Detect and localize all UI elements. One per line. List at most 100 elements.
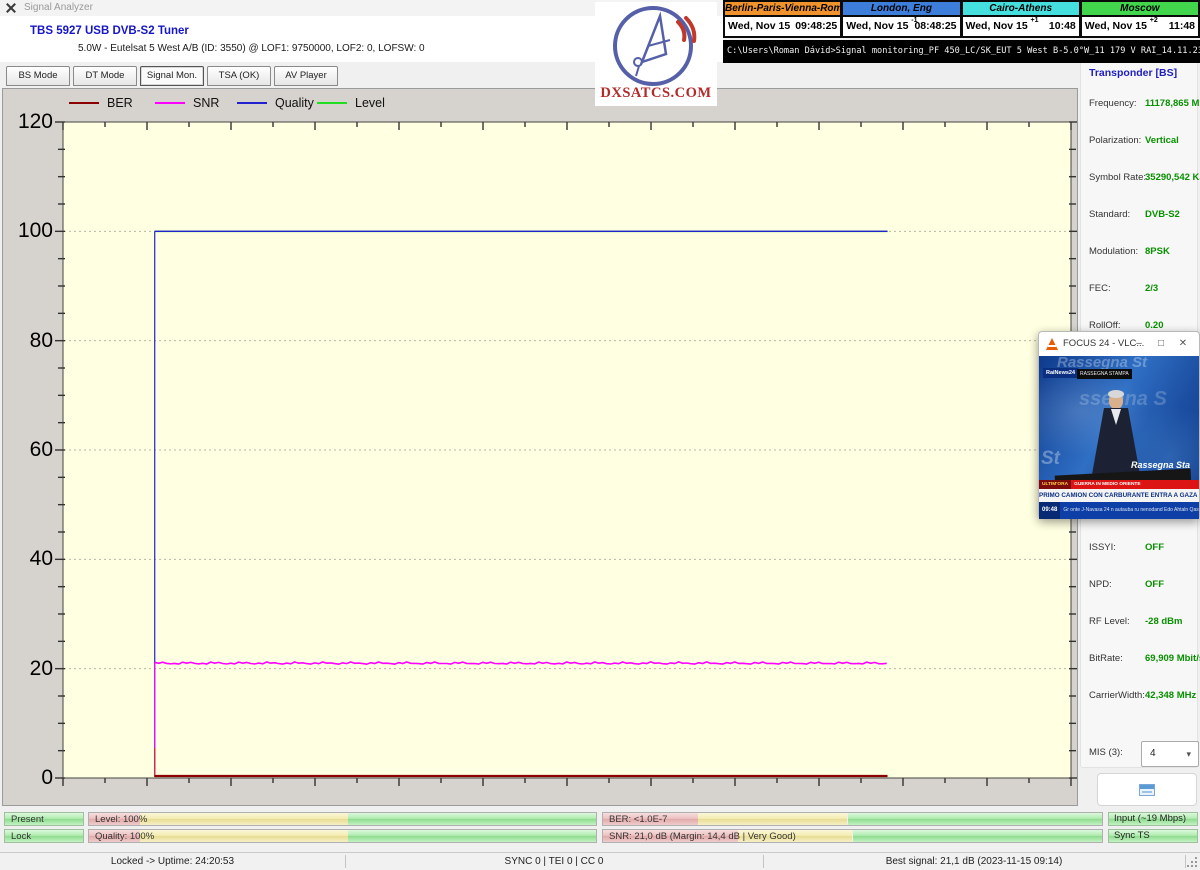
legend-label: BER xyxy=(107,96,133,110)
quality-bar: Quality: 100% xyxy=(88,829,597,843)
field-label: RollOff: xyxy=(1089,320,1121,331)
legend-color-line xyxy=(69,102,99,104)
capture-button[interactable] xyxy=(1097,773,1197,806)
window-title: Signal Analyzer xyxy=(24,2,93,13)
level-label: Level: 100% xyxy=(95,814,147,825)
clock-cairo-athens: Cairo-AthensWed, Nov 15+110:48 xyxy=(962,0,1081,38)
dxsatcs-logo-text: DXSATCS.COM xyxy=(595,85,717,102)
clock-date: Wed, Nov 15 xyxy=(728,20,790,32)
y-axis-label-120: 120 xyxy=(5,110,53,134)
studio-watermark-text-3: St xyxy=(1041,448,1060,470)
clock-time: 11:48 xyxy=(1169,20,1195,32)
ultimora-tag: ULTIM'ORA xyxy=(1039,480,1071,489)
vlc-video-area[interactable]: Rassegna St ssegna S St RaiNews24 RASSEG… xyxy=(1039,356,1199,519)
clock-time: 10:48 xyxy=(1049,20,1076,32)
clock-utc-offset: +2 xyxy=(1150,17,1158,24)
field-value: 35290,542 KS/s xyxy=(1145,172,1200,183)
present-indicator: Present xyxy=(4,812,84,826)
level-bar: Level: 100% xyxy=(88,812,597,826)
field-issyi-: ISSYI: OFF xyxy=(1089,542,1193,558)
field-value: Vertical xyxy=(1145,135,1179,146)
clock-date: Wed, Nov 15 xyxy=(846,20,908,32)
field-label: ISSYI: xyxy=(1089,542,1116,553)
clock-utc-offset: +1 xyxy=(1031,17,1039,24)
y-axis-label-60: 60 xyxy=(5,438,53,462)
clock-moscow: MoscowWed, Nov 15+211:48 xyxy=(1081,0,1200,38)
save-icon xyxy=(1139,784,1155,796)
signal-analyzer-window: Signal Analyzer TBS 5927 USB DVB-S2 Tune… xyxy=(0,0,1200,870)
app-icon xyxy=(6,3,16,13)
clock-city: Cairo-Athens xyxy=(963,2,1079,17)
news-anchor xyxy=(1109,392,1123,409)
ber-bar: BER: <1.0E-7 xyxy=(602,812,1103,826)
satellite-dish-logo-icon xyxy=(608,4,704,86)
mode-tabs: BS ModeDT ModeSignal Mon.TSA (OK)AV Play… xyxy=(0,62,1080,88)
clock-city: Berlin-Paris-Vienna-Roma xyxy=(725,2,840,17)
tuner-name: TBS 5927 USB DVB-S2 Tuner xyxy=(30,25,189,37)
transponder-panel-header: Transponder [BS] xyxy=(1089,67,1177,79)
field-frequency-: Frequency:11178,865 MHz xyxy=(1089,98,1193,114)
ticker-text: Gr onte J-Navasa 24 n autauba ru nenodan… xyxy=(1060,502,1199,519)
ber-label: BER: <1.0E-7 xyxy=(609,814,667,825)
tab-bs-mode[interactable]: BS Mode xyxy=(6,66,70,86)
tab-signal-mon-[interactable]: Signal Mon. xyxy=(140,66,204,86)
field-npd-: NPD:OFF xyxy=(1089,579,1193,595)
field-label: CarrierWidth: xyxy=(1089,690,1145,701)
vlc-close-button[interactable]: ✕ xyxy=(1175,336,1191,352)
field-label: Polarization: xyxy=(1089,135,1141,146)
field-value: OFF xyxy=(1145,542,1164,553)
legend-color-line xyxy=(237,102,267,104)
legend-item-snr: SNR xyxy=(155,96,245,110)
field-rf-level-: RF Level:-28 dBm xyxy=(1089,616,1193,632)
vlc-cone-icon xyxy=(1046,338,1058,350)
status-best-signal: Best signal: 21,1 dB (2023-11-15 09:14) xyxy=(763,856,1185,867)
mis-label: MIS (3): xyxy=(1089,747,1123,758)
vlc-window: FOCUS 24 - VLC... – □ ✕ Rassegna St sseg… xyxy=(1038,331,1200,519)
clock-london-eng: London, EngWed, Nov 15-108:48:25 xyxy=(842,0,961,38)
resize-grip[interactable] xyxy=(1186,856,1198,868)
field-label: RF Level: xyxy=(1089,616,1130,627)
field-polarization-: Polarization: Vertical xyxy=(1089,135,1193,151)
clock-time: 09:48:25 xyxy=(795,20,837,32)
field-value: 42,348 MHz xyxy=(1145,690,1196,701)
vlc-titlebar[interactable]: FOCUS 24 - VLC... – □ ✕ xyxy=(1039,332,1199,356)
field-standard-: Standard:DVB-S2 xyxy=(1089,209,1193,225)
field-value: 11178,865 MHz xyxy=(1145,98,1200,109)
vlc-minimize-button[interactable]: – xyxy=(1131,336,1147,352)
chart-plot xyxy=(3,89,1077,805)
breaking-topic: GUERRA IN MEDIO ORIENTE xyxy=(1071,480,1140,489)
y-axis-label-0: 0 xyxy=(5,766,53,790)
legend-color-line xyxy=(317,102,347,104)
mis-select[interactable]: 4 ▾ xyxy=(1141,741,1199,767)
field-value: 0.20 xyxy=(1145,320,1164,331)
status-sync-tei-cc: SYNC 0 | TEI 0 | CC 0 xyxy=(345,856,763,867)
input-button[interactable]: Input (~19 Mbps) xyxy=(1108,812,1198,826)
quality-label: Quality: 100% xyxy=(95,831,154,842)
field-label: Standard: xyxy=(1089,209,1130,220)
command-prompt-window[interactable]: C:\Users\Roman Dávid>Signal monitoring_P… xyxy=(723,40,1200,63)
snr-label: SNR: 21,0 dB (Margin: 14,4 dB | Very Goo… xyxy=(609,831,796,842)
clock-berlin-paris-vienna-roma: Berlin-Paris-Vienna-Roma Wed, Nov 15 09:48… xyxy=(723,0,842,38)
dxsatcs-logo: DXSATCS.COM xyxy=(595,2,717,106)
chevron-down-icon: ▾ xyxy=(1186,742,1191,766)
field-label: NPD: xyxy=(1089,579,1112,590)
breaking-news-strip: ULTIM'ORA GUERRA IN MEDIO ORIENTE xyxy=(1039,480,1199,489)
field-label: Frequency: xyxy=(1089,98,1137,109)
tab-dt-mode[interactable]: DT Mode xyxy=(73,66,137,86)
field-value: 8PSK xyxy=(1145,246,1170,257)
mis-selected-value: 4 xyxy=(1150,748,1156,759)
field-label: Symbol Rate: xyxy=(1089,172,1146,183)
indicator-row-1: Present Level: 100% BER: <1.0E-7 Input (… xyxy=(0,812,1200,826)
snr-bar: SNR: 21,0 dB (Margin: 14,4 dB | Very Goo… xyxy=(602,829,1103,843)
y-axis-label-40: 40 xyxy=(5,547,53,571)
present-label: Present xyxy=(11,814,44,825)
vlc-maximize-button[interactable]: □ xyxy=(1153,336,1169,352)
clock-city: London, Eng xyxy=(843,2,959,17)
tab-av-player[interactable]: AV Player xyxy=(274,66,338,86)
sync-ts-button[interactable]: Sync TS xyxy=(1108,829,1198,843)
field-bitrate-: BitRate:69,909 Mbit/s xyxy=(1089,653,1193,669)
legend-item-level: Level xyxy=(317,96,407,110)
tab-tsa-ok-[interactable]: TSA (OK) xyxy=(207,66,271,86)
field-label: BitRate: xyxy=(1089,653,1123,664)
news-ticker: 09:48 Gr onte J-Navasa 24 n autauba ru n… xyxy=(1039,502,1199,519)
